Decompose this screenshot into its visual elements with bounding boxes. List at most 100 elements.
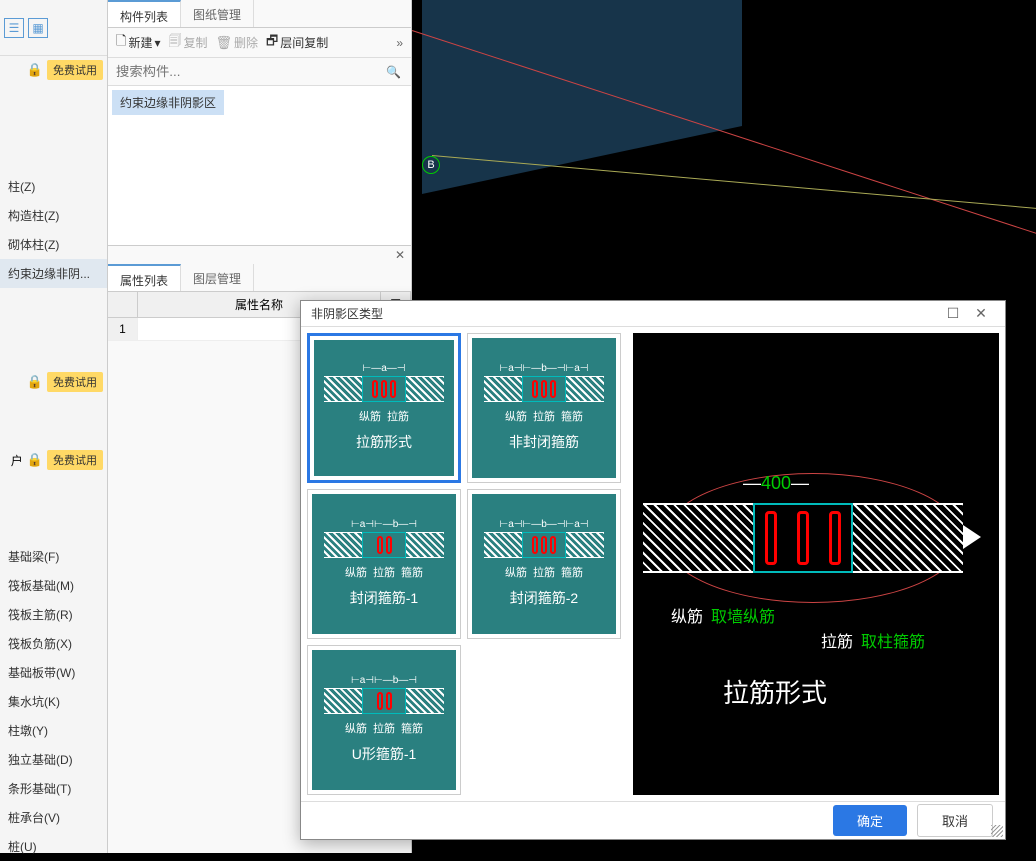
- row-num: 1: [108, 318, 138, 340]
- option-non-closed[interactable]: ⊢a⊣⊢—b—⊣⊢a⊣ 纵筋拉筋箍筋 非封闭箍筋: [467, 333, 621, 483]
- delete-button[interactable]: 🗑删除: [216, 34, 259, 51]
- option-name: 非封闭箍筋: [509, 432, 579, 452]
- badge3-prefix: 户: [11, 452, 23, 469]
- toolbar-overflow-icon[interactable]: »: [396, 36, 403, 50]
- preview-section: [643, 503, 983, 573]
- preview-pane: 400 纵筋 取墙纵筋 拉筋 取柱箍筋 拉筋形式: [633, 333, 999, 795]
- prop-tabs: 属性列表 图层管理: [108, 264, 411, 292]
- rebar-zone: [753, 503, 853, 573]
- option-name: U形箍筋-1: [352, 744, 417, 764]
- search-input[interactable]: [116, 64, 403, 79]
- resize-grip[interactable]: [991, 825, 1003, 837]
- preview-dimension: 400: [743, 473, 809, 494]
- copy-button[interactable]: 🗐复制: [169, 32, 208, 54]
- nav-struct-column[interactable]: 构造柱(Z): [0, 201, 107, 230]
- mid-toolbar: 🗋新建▾ 🗐复制 🗑删除 🗗层间复制 »: [108, 28, 411, 58]
- nav-pile-cap[interactable]: 桩承台(V): [0, 803, 107, 832]
- option-tie-form[interactable]: ⊢—a—⊣ 纵筋拉筋 拉筋形式: [307, 333, 461, 483]
- lock-icon: 🔒: [27, 452, 43, 468]
- component-list: 约束边缘非阴影区: [108, 86, 411, 246]
- nav-column[interactable]: 柱(Z): [0, 172, 107, 201]
- nav-isolated-footing[interactable]: 独立基础(D): [0, 745, 107, 774]
- hatch-left: [643, 503, 753, 573]
- ann-tie-src: 取柱箍筋: [861, 628, 925, 652]
- mid-tabs: 构件列表 图纸管理: [108, 0, 411, 28]
- dim-label: ⊢a⊣⊢—b—⊣⊢a⊣: [500, 519, 589, 530]
- panel-close-icon[interactable]: ✕: [108, 246, 411, 264]
- hdr-num: [108, 292, 138, 317]
- dim-label: ⊢a⊣⊢—b—⊣: [351, 519, 417, 530]
- dialog-body: ⊢—a—⊣ 纵筋拉筋 拉筋形式 ⊢a⊣⊢—b—⊣⊢a⊣ 纵筋拉筋箍筋 非封闭箍筋…: [301, 327, 1005, 801]
- option-thumb: ⊢—a—⊣ 纵筋拉筋 拉筋形式: [314, 340, 454, 476]
- option-closed-2[interactable]: ⊢a⊣⊢—b—⊣⊢a⊣ 纵筋拉筋箍筋 封闭箍筋-2: [467, 489, 621, 639]
- delete-icon: 🗑: [216, 35, 233, 51]
- new-button[interactable]: 🗋新建▾: [116, 32, 161, 54]
- ann-tie: 拉筋: [821, 628, 853, 652]
- nav-strip-footing[interactable]: 条形基础(T): [0, 774, 107, 803]
- sidebar-topbar: ☰ ▦: [0, 0, 107, 56]
- options-grid: ⊢—a—⊣ 纵筋拉筋 拉筋形式 ⊢a⊣⊢—b—⊣⊢a⊣ 纵筋拉筋箍筋 非封闭箍筋…: [307, 333, 627, 795]
- tab-drawing-manage[interactable]: 图纸管理: [181, 0, 254, 27]
- dim-label: ⊢—a—⊣: [363, 363, 406, 374]
- lock-icon: 🔒: [27, 62, 43, 78]
- nav-pile[interactable]: 桩(U): [0, 832, 107, 861]
- copy-icon: 🗐: [169, 32, 182, 54]
- nav-raft-neg[interactable]: 筏板负筋(X): [0, 629, 107, 658]
- model-shape: [422, 0, 742, 194]
- cancel-button[interactable]: 取消: [917, 804, 993, 837]
- nav-foundation-slab[interactable]: 基础板带(W): [0, 658, 107, 687]
- hatch-right: [853, 503, 963, 573]
- badge-row-2: 🔒 免费试用: [0, 368, 107, 396]
- dim-label: ⊢a⊣⊢—b—⊣: [351, 675, 417, 686]
- type-dialog: 非阴影区类型 ☐ ✕ ⊢—a—⊣ 纵筋拉筋 拉筋形式 ⊢a⊣⊢—b—⊣⊢a⊣ 纵…: [300, 300, 1006, 840]
- search-icon[interactable]: 🔍: [386, 65, 401, 79]
- layer-copy-icon: 🗗: [266, 32, 278, 54]
- option-name: 封闭箍筋-2: [510, 588, 578, 608]
- option-closed-1[interactable]: ⊢a⊣⊢—b—⊣ 纵筋拉筋箍筋 封闭箍筋-1: [307, 489, 461, 639]
- dialog-footer: 确定 取消: [301, 801, 1005, 839]
- option-thumb: ⊢a⊣⊢—b—⊣ 纵筋拉筋箍筋 U形箍筋-1: [312, 650, 456, 790]
- nav-raft-foundation[interactable]: 筏板基础(M): [0, 571, 107, 600]
- nav-group-2: 基础梁(F) 筏板基础(M) 筏板主筋(R) 筏板负筋(X) 基础板带(W) 集…: [0, 534, 107, 861]
- list-item[interactable]: 约束边缘非阴影区: [112, 90, 224, 115]
- tab-component-list[interactable]: 构件列表: [108, 0, 181, 27]
- trial-badge-2[interactable]: 免费试用: [47, 372, 103, 392]
- ann-longitudinal-src: 取墙纵筋: [711, 603, 775, 627]
- tab-layer-manage[interactable]: 图层管理: [181, 264, 254, 291]
- maximize-icon[interactable]: ☐: [939, 305, 967, 322]
- dim-label: ⊢a⊣⊢—b—⊣⊢a⊣: [500, 363, 589, 374]
- chevron-down-icon: ▾: [154, 36, 160, 50]
- dialog-titlebar[interactable]: 非阴影区类型 ☐ ✕: [301, 301, 1005, 327]
- arrow-wedge: [963, 503, 983, 573]
- new-icon: 🗋: [116, 32, 126, 54]
- grid-marker-b[interactable]: B: [422, 156, 440, 174]
- trial-badge[interactable]: 免费试用: [47, 60, 103, 80]
- nav-constraint-edge[interactable]: 约束边缘非阴...: [0, 259, 107, 288]
- badge-row-1: 🔒 免费试用: [0, 56, 107, 84]
- nav-column-pier[interactable]: 柱墩(Y): [0, 716, 107, 745]
- ok-button[interactable]: 确定: [833, 805, 907, 836]
- ann-longitudinal: 纵筋: [671, 603, 703, 627]
- left-sidebar: ☰ ▦ 🔒 免费试用 柱(Z) 构造柱(Z) 砌体柱(Z) 约束边缘非阴... …: [0, 0, 108, 853]
- nav-foundation-beam[interactable]: 基础梁(F): [0, 542, 107, 571]
- tab-property-list[interactable]: 属性列表: [108, 264, 181, 291]
- option-thumb: ⊢a⊣⊢—b—⊣⊢a⊣ 纵筋拉筋箍筋 非封闭箍筋: [472, 338, 616, 478]
- grid-view-icon[interactable]: ▦: [28, 18, 48, 38]
- dialog-title: 非阴影区类型: [311, 305, 939, 322]
- close-icon[interactable]: ✕: [967, 305, 995, 322]
- layer-copy-button[interactable]: 🗗层间复制: [266, 32, 328, 54]
- lock-icon: 🔒: [27, 374, 43, 390]
- list-view-icon[interactable]: ☰: [4, 18, 24, 38]
- preview-title: 拉筋形式: [723, 673, 827, 710]
- search-row: 🔍: [108, 58, 411, 86]
- badge-row-3: 户 🔒 免费试用: [0, 446, 107, 474]
- nav-raft-main[interactable]: 筏板主筋(R): [0, 600, 107, 629]
- option-u-stirrup-1[interactable]: ⊢a⊣⊢—b—⊣ 纵筋拉筋箍筋 U形箍筋-1: [307, 645, 461, 795]
- nav-sump[interactable]: 集水坑(K): [0, 687, 107, 716]
- option-name: 拉筋形式: [356, 432, 412, 452]
- option-thumb: ⊢a⊣⊢—b—⊣ 纵筋拉筋箍筋 封闭箍筋-1: [312, 494, 456, 634]
- nav-masonry-column[interactable]: 砌体柱(Z): [0, 230, 107, 259]
- option-thumb: ⊢a⊣⊢—b—⊣⊢a⊣ 纵筋拉筋箍筋 封闭箍筋-2: [472, 494, 616, 634]
- trial-badge-3[interactable]: 免费试用: [47, 450, 103, 470]
- option-name: 封闭箍筋-1: [350, 588, 418, 608]
